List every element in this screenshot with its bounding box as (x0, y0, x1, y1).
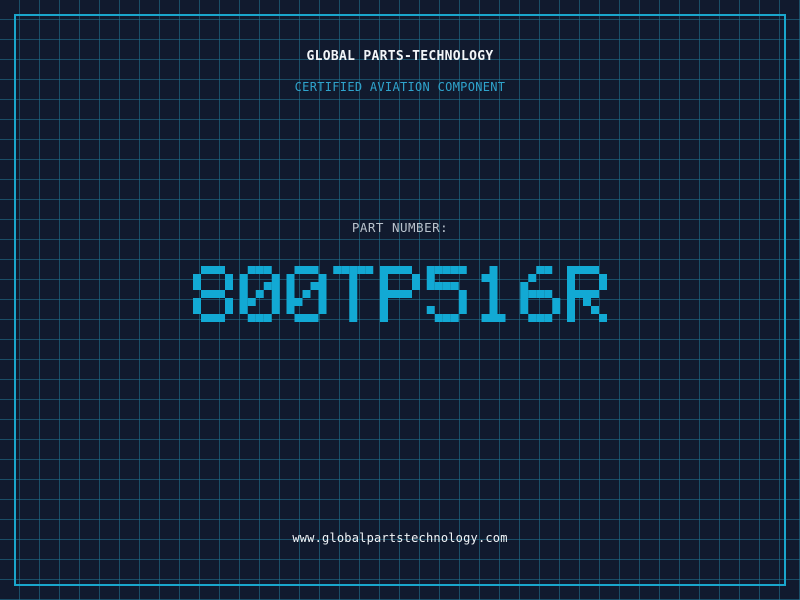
part-number-char (426, 266, 467, 322)
part-number-pixel-text (193, 266, 607, 322)
part-number-char (333, 266, 374, 322)
part-number-char (286, 266, 327, 322)
part-number-char (567, 266, 607, 322)
part-number: 800TP516R (190, 258, 610, 338)
part-number-char (193, 266, 233, 322)
part-number-char (481, 266, 506, 322)
certification-subtitle: CERTIFIED AVIATION COMPONENT (294, 80, 506, 94)
website-url: www.globalpartstechnology.com (292, 531, 508, 545)
part-number-label: PART NUMBER: (351, 220, 449, 235)
part-number-char (239, 266, 280, 322)
part-number-char (380, 266, 420, 322)
company-name: GLOBAL PARTS-TECHNOLOGY (306, 49, 494, 64)
part-number-char (520, 266, 561, 322)
